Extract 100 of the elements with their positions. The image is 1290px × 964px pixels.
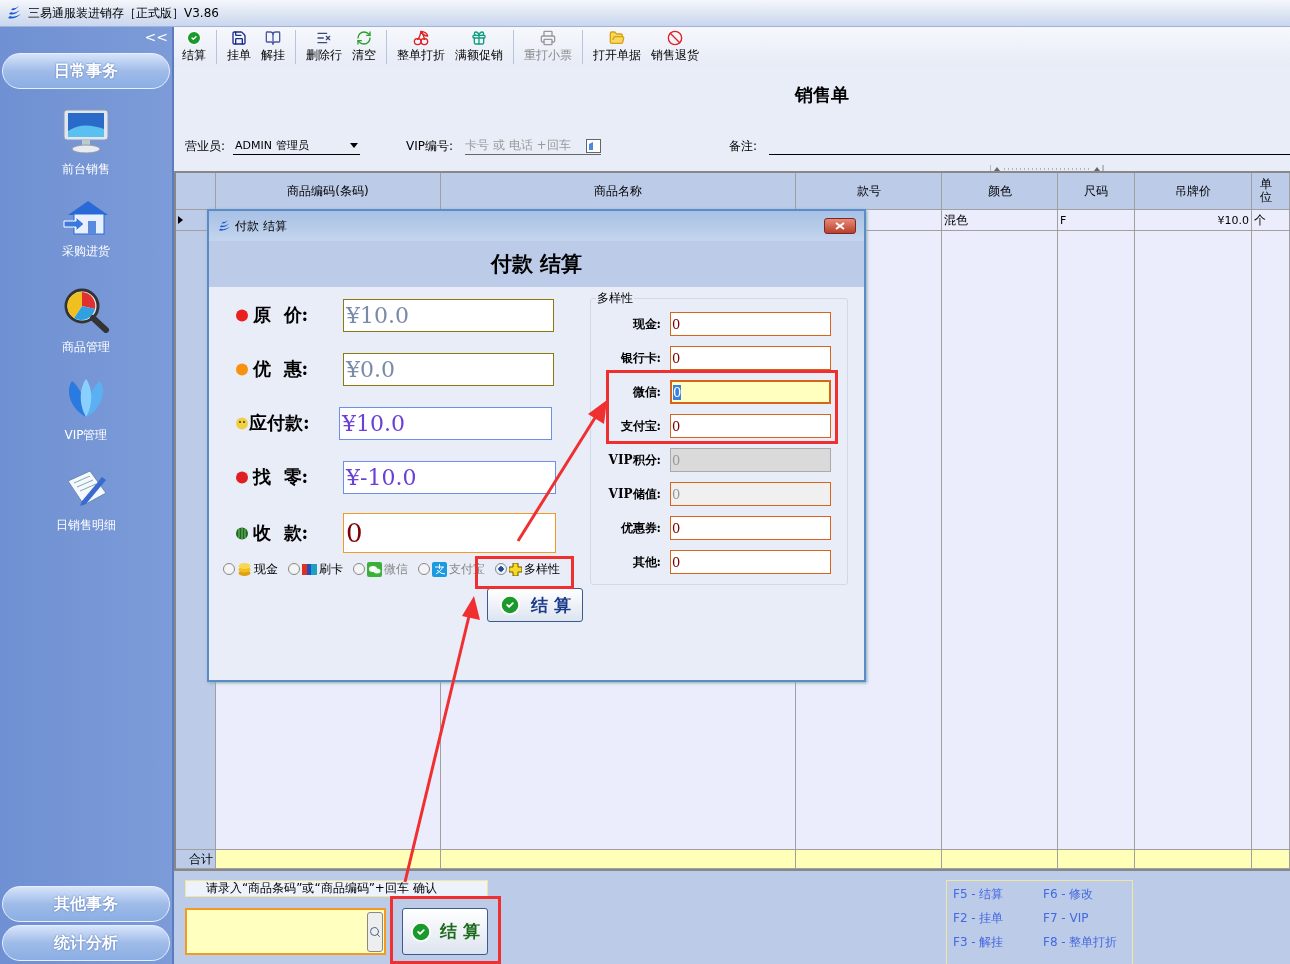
window-title: 三易通服装进销存［正式版］V3.86 (28, 4, 219, 22)
field-label: 支付宝: (619, 417, 661, 435)
field-label: 应付款: (249, 411, 311, 435)
splitter-handle[interactable] (990, 165, 1104, 171)
amount-field[interactable]: 0 (670, 346, 831, 370)
smiley-icon (235, 416, 249, 430)
radio-button[interactable] (288, 563, 300, 575)
hotkey-text: F5 - 结算 (953, 886, 1005, 903)
hotkey-text: F6 - 修改 (1043, 886, 1095, 903)
close-icon (835, 222, 845, 230)
printer-icon (540, 30, 556, 46)
payment-option[interactable]: 刷卡 (288, 558, 343, 580)
hotkey-text: F2 - 挂单 (953, 910, 1005, 927)
hotkey-text: F8 - 整单打折 (1043, 934, 1119, 951)
field-label: 微信: (631, 383, 661, 401)
amount-field[interactable]: 0 (670, 516, 831, 540)
payment-option[interactable]: 现金 (223, 558, 278, 580)
check-icon (186, 30, 202, 46)
column-header[interactable]: 颜色 (942, 173, 1058, 209)
magnifier-icon (62, 287, 110, 333)
coins-icon (237, 561, 252, 577)
toolbar-button[interactable]: 结算 (182, 30, 206, 64)
amount-field[interactable]: 0 (670, 414, 831, 438)
delete-row-icon (316, 30, 332, 46)
document-title: 销售单 (795, 83, 849, 107)
melon-icon (235, 526, 249, 540)
amount-field: ¥0.0 (343, 352, 554, 386)
chat-icon (367, 561, 382, 577)
group-title: 多样性 (596, 290, 634, 307)
field-label: 备注: (729, 137, 758, 155)
amount-field[interactable]: 0 (670, 550, 831, 574)
field-label: 营业员: (185, 137, 226, 155)
table-cell: 个 (1252, 210, 1290, 230)
table-cell: ¥10.0 (1135, 210, 1252, 230)
toolbar-button[interactable]: 整单打折 (397, 30, 445, 64)
column-header[interactable]: 吊牌价 (1135, 173, 1252, 209)
toolbar-button[interactable]: 挂单 (227, 30, 251, 64)
check-icon (410, 920, 433, 943)
radio-button[interactable] (223, 563, 235, 575)
toolbar-button[interactable]: 打开单据 (593, 30, 641, 64)
dropdown-icon (350, 143, 359, 148)
total-label: 合计 (176, 850, 216, 868)
field-label: 原 价: (253, 303, 310, 327)
amount-field: ¥10.0 (339, 406, 552, 440)
folder-icon (609, 30, 625, 46)
amount-field[interactable]: 0 (670, 380, 831, 404)
amount-field: ¥-10.0 (343, 460, 556, 494)
salesperson-select[interactable]: ADMIN 管理员 (233, 137, 361, 155)
search-button[interactable] (367, 911, 383, 952)
checkout-button[interactable]: 结 算 (487, 588, 583, 622)
monitor-icon (62, 107, 110, 155)
apple-icon (235, 470, 249, 484)
amount-field[interactable]: 0 (670, 312, 831, 336)
current-row-icon (178, 216, 183, 224)
field-label: VIP编号: (406, 137, 454, 155)
input-hint: 请录入“商品条码”或“商品编码”+回车 确认 (185, 880, 488, 897)
table-cell: F (1058, 210, 1135, 230)
field-label: 优 惠: (253, 357, 310, 381)
check-icon (499, 594, 522, 616)
ban-icon (667, 30, 683, 46)
field-label: 优惠券: (619, 519, 661, 537)
toolbar-button[interactable]: 销售退货 (651, 30, 699, 64)
table-cell: 混色 (942, 210, 1058, 230)
fruit-icon (235, 362, 249, 376)
radio-button[interactable] (495, 563, 507, 575)
field-label: 其他: (631, 553, 661, 571)
field-label: 银行卡: (619, 349, 661, 367)
checkout-button[interactable]: 结 算 (402, 908, 488, 955)
hotkey-text: F3 - 解挂 (953, 934, 1005, 951)
card-icon (586, 138, 602, 153)
gift-icon (471, 30, 487, 46)
strawberry-icon (235, 308, 249, 322)
toolbar-button[interactable]: 满额促销 (455, 30, 503, 64)
logo-icon (217, 220, 231, 232)
save-icon (231, 30, 247, 46)
book-icon (265, 30, 281, 46)
hotkey-text: F7 - VIP (1043, 910, 1090, 927)
plus-icon (509, 562, 522, 576)
refresh-icon (356, 30, 372, 46)
search-icon (369, 925, 381, 938)
field-label: VIP储值: (607, 485, 661, 503)
field-label: VIP积分: (607, 451, 661, 469)
amount-field: ¥10.0 (343, 298, 554, 332)
column-header[interactable]: 单位 (1260, 177, 1272, 205)
field-label: 现金: (631, 315, 661, 333)
dialog-title: 付款 结算 (235, 217, 288, 235)
toolbar-button[interactable]: 解挂 (261, 30, 285, 64)
amount-field[interactable]: 0 (343, 513, 556, 553)
cherry-icon (413, 30, 429, 46)
payment-option[interactable]: 多样性 (495, 558, 560, 580)
barcode-field[interactable] (185, 908, 386, 955)
toolbar-button[interactable]: 清空 (352, 30, 376, 64)
toolbar-button[interactable]: 删除行 (306, 30, 342, 64)
field-label: 找 零: (253, 465, 310, 489)
logo-icon (6, 6, 22, 20)
alipay-icon (432, 561, 447, 577)
column-header[interactable]: 尺码 (1058, 173, 1135, 209)
close-button[interactable] (824, 218, 856, 234)
dialog-heading: 付款 结算 (490, 250, 583, 278)
card-icon (302, 562, 317, 576)
